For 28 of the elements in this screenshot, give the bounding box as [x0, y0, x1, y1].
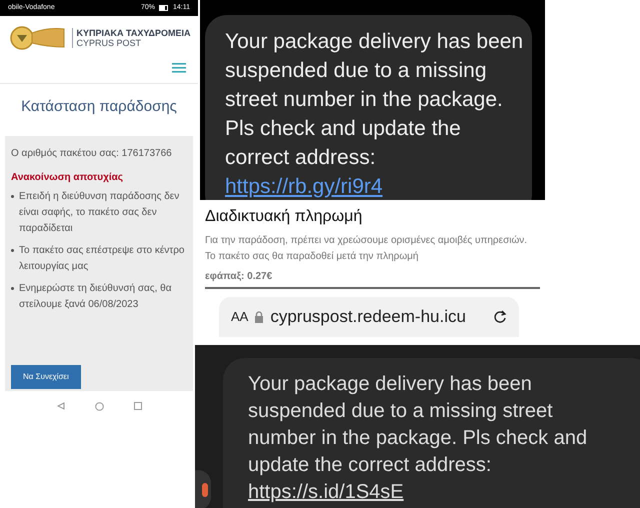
message-text: Your package delivery has been suspended due to a missing street number in the package. Pls check and update the correct address: https://rb.gy/ri9r4 [225, 29, 524, 200]
payment-title: Διαδικτυακή πληρωμή [205, 207, 364, 227]
notice-item: Επειδή η διεύθυνση παράδοσης δεν είναι σαφής, το πακέτο σας δεν παραδίδεται [19, 190, 180, 236]
url-text[interactable]: cypruspost.redeem-hu.icu [270, 304, 466, 330]
continue-button[interactable]: Να Συνεχίσει [11, 364, 81, 388]
page-title: Κατάσταση παράδοσης [20, 97, 178, 117]
back-icon[interactable] [56, 402, 64, 410]
logo-title: ΚΥΠΡΙΑΚΑ ΤΑΧΥΔΡΟΜΕΙΑ [76, 28, 190, 38]
fee-label: εφάπαξ: 0.27€ [205, 269, 540, 289]
menu-icon[interactable] [172, 63, 186, 73]
post-horn-logo-icon [8, 25, 68, 51]
home-icon[interactable] [94, 402, 104, 410]
logo-subtitle: CYPRUS POST [76, 38, 142, 48]
reload-icon[interactable] [493, 310, 507, 324]
message-text: Your package delivery has been suspended due to a missing street number in the package. Pls check and update the correct address: https://s.id/1S4sE [248, 372, 588, 505]
package-number: Ο αριθμός πακέτου σας: 176173766 [11, 146, 173, 160]
lock-icon [254, 310, 264, 324]
recents-icon[interactable] [134, 402, 142, 410]
notice-item: Το πακέτο σας επέστρεψε στο κέντρο λειτουργίας μας [19, 244, 186, 274]
bullet-icon [11, 286, 14, 290]
message-link[interactable]: https://s.id/1S4sE [248, 481, 404, 503]
notice-item: Ενημερώστε τη διεύθυνσή σας, θα στείλουμε ξανά 06/08/2023 [19, 282, 173, 312]
battery-icon [159, 5, 169, 11]
bullet-icon [11, 248, 14, 252]
message-link[interactable]: https://rb.gy/ri9r4 [225, 175, 383, 198]
notice-heading: Ανακοίνωση αποτυχίας [11, 170, 124, 184]
text-size-button[interactable]: AA [231, 307, 248, 327]
bullet-icon [11, 194, 14, 198]
